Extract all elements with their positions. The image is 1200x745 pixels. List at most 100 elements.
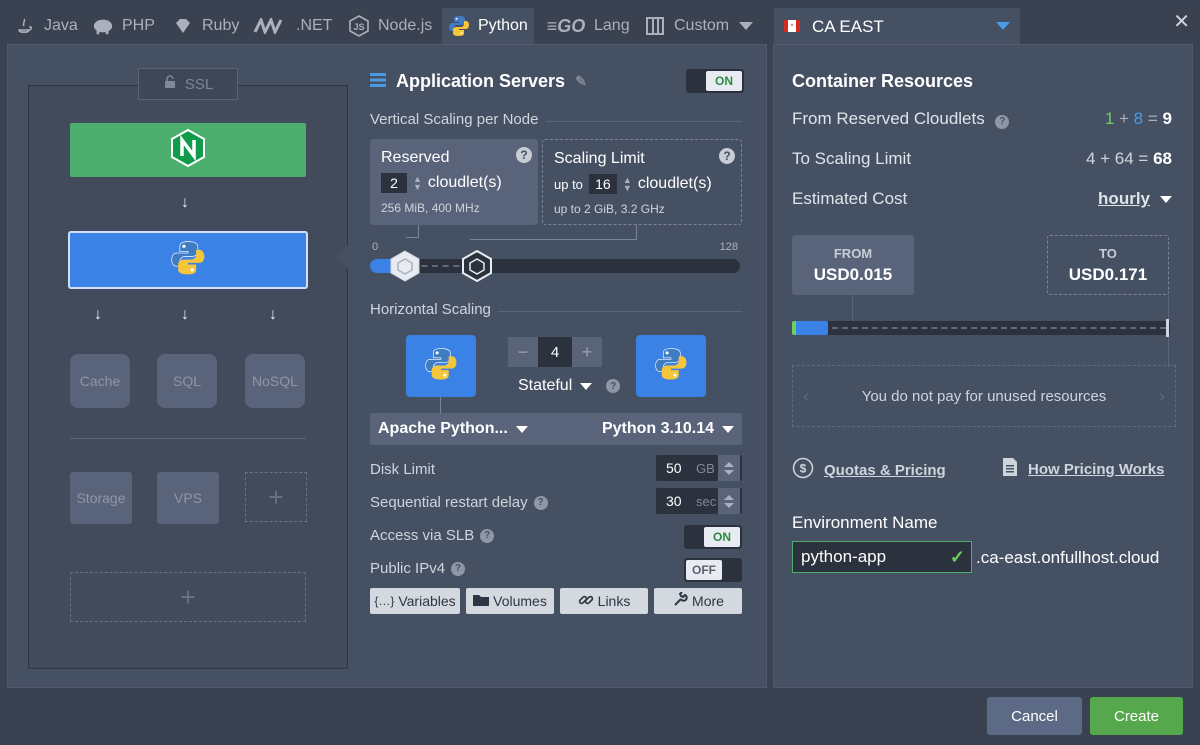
reserved-title: Reserved [381,149,450,166]
reserved-slider-handle[interactable] [388,249,422,283]
links-button[interactable]: Links [560,588,648,614]
stack-dropdown[interactable]: Apache Python... [378,420,528,438]
spinner-arrows-icon[interactable] [718,488,740,514]
checkmark-icon: ✓ [949,546,965,567]
reserved-card: Reserved ? 2 ▲ ▼ cloudlet(s) 256 MiB, 400… [370,139,538,225]
spinner-arrows-icon[interactable] [718,455,740,481]
info-banner: ‹ You do not pay for unused resources › [792,365,1176,427]
close-icon[interactable]: ✕ [1173,9,1190,34]
python-node-icon-button[interactable] [636,335,706,397]
java-icon [14,15,36,37]
quotas-pricing-link[interactable]: $ Quotas & Pricing [792,457,946,483]
variables-button[interactable]: {…} Variables [370,588,460,614]
tab-dotnet[interactable]: .NET [246,8,338,44]
tab-php[interactable]: PHP [86,8,161,44]
help-icon[interactable]: ? [995,114,1010,129]
help-icon[interactable]: ? [719,147,735,165]
tab-golang[interactable]: ≡ GO Lang [540,8,636,44]
limit-slider-handle[interactable] [460,249,494,283]
help-icon[interactable]: ? [533,495,548,510]
region-selector[interactable]: CA EAST [774,8,1020,46]
slb-toggle[interactable]: ON [684,525,742,549]
reserved-b: 8 [1133,109,1144,128]
cost-period-dropdown[interactable]: hourly [1098,189,1172,209]
tab-label: Python [478,17,528,34]
svg-text:JS: JS [353,22,364,32]
up-to-label: up to [554,202,581,216]
restart-delay-label: Sequential restart delay [370,494,528,511]
help-icon[interactable]: ? [516,146,532,164]
spinner-arrows-icon[interactable]: ▲ ▼ [623,176,632,193]
load-balancer-node[interactable] [70,123,306,177]
ipv4-label: Public IPv4 [370,560,446,577]
version-dropdown[interactable]: Python 3.10.14 [602,420,734,438]
canada-flag-icon [784,17,800,37]
nosql-node-slot[interactable]: NoSQL [245,354,305,408]
sql-node-slot[interactable]: SQL [157,354,217,408]
python-icon [170,240,206,281]
dotnet-icon [252,15,288,37]
python-app-server-node[interactable] [68,231,308,289]
limit-cloudlets-input[interactable]: 16 [588,174,617,194]
cache-node-slot[interactable]: Cache [70,354,130,408]
reserved-cloudlets-input[interactable]: 2 [381,173,407,193]
environment-name-input[interactable]: python-app ✓ [792,541,972,573]
how-pricing-works-link[interactable]: How Pricing Works [1002,457,1164,481]
node-count-stepper[interactable]: − 4 + [508,337,602,367]
decrement-button[interactable]: − [508,337,538,367]
more-button[interactable]: More [654,588,742,614]
help-icon[interactable]: ? [480,528,495,543]
layer-toggle[interactable]: ON [686,69,744,93]
help-icon[interactable]: ? [606,379,621,393]
create-button[interactable]: Create [1090,697,1183,735]
disk-limit-input[interactable]: 50 GB [656,455,742,481]
add-layer-button[interactable]: + [70,572,306,622]
restart-delay-input[interactable]: 30 sec [656,488,742,514]
scaling-mode-dropdown[interactable]: Stateful ? [518,377,621,395]
help-icon[interactable]: ? [451,561,466,576]
button-label: Volumes [493,593,547,609]
vertical-scaling-label: Vertical Scaling per Node [370,111,539,128]
container-resources-title: Container Resources [792,71,974,91]
tab-python[interactable]: Python [442,8,534,44]
tab-label: Custom [674,17,730,34]
increment-button[interactable]: + [572,337,602,367]
chevron-left-icon[interactable]: ‹ [803,386,809,407]
spinner-arrows-icon[interactable]: ▲ ▼ [413,175,422,192]
tab-nodejs[interactable]: JS Node.js [342,8,438,44]
vps-node-slot[interactable]: VPS [157,472,219,524]
region-label: CA EAST [812,17,884,36]
tab-java[interactable]: Java [8,8,84,44]
node-count-value[interactable]: 4 [538,337,572,367]
tab-ruby[interactable]: Ruby [166,8,245,44]
chevron-right-icon[interactable]: › [1159,386,1165,407]
reserved-cloudlets-row: From Reserved Cloudlets ? 1 + 8 = 9 [792,109,1172,129]
add-node-button[interactable]: + [245,472,307,522]
python-node-icon-button[interactable] [406,335,476,397]
reserved-info: 256 MiB, 400 MHz [381,201,480,215]
up-to-label: up to [554,176,583,192]
ssl-toggle[interactable]: SSL [138,68,238,100]
version-label: Python 3.10.14 [601,420,714,437]
ipv4-toggle[interactable]: OFF [684,558,742,582]
region-chevron-down-icon [996,22,1010,30]
storage-label: Storage [76,490,126,506]
tab-label: Lang [594,17,630,34]
tab-custom[interactable]: Custom [638,8,735,44]
button-label: Variables [398,593,456,609]
edit-pencil-icon[interactable]: ✎ [575,73,587,90]
more-tabs-chevron-icon[interactable] [734,8,758,44]
banner-text: You do not pay for unused resources [861,387,1107,405]
link-label: Quotas & Pricing [824,461,946,479]
link-label: How Pricing Works [1028,460,1165,478]
limit-unit: cloudlet(s) [637,175,712,192]
volumes-button[interactable]: Volumes [466,588,554,614]
button-label: Cancel [1011,707,1058,725]
reserved-a: 1 [1104,109,1115,128]
ssl-label: SSL [184,75,214,93]
python-icon [654,347,688,386]
limit-total: 68 [1153,149,1172,168]
cancel-button[interactable]: Cancel [987,697,1082,735]
to-label: TO [1099,245,1117,261]
storage-node-slot[interactable]: Storage [70,472,132,524]
